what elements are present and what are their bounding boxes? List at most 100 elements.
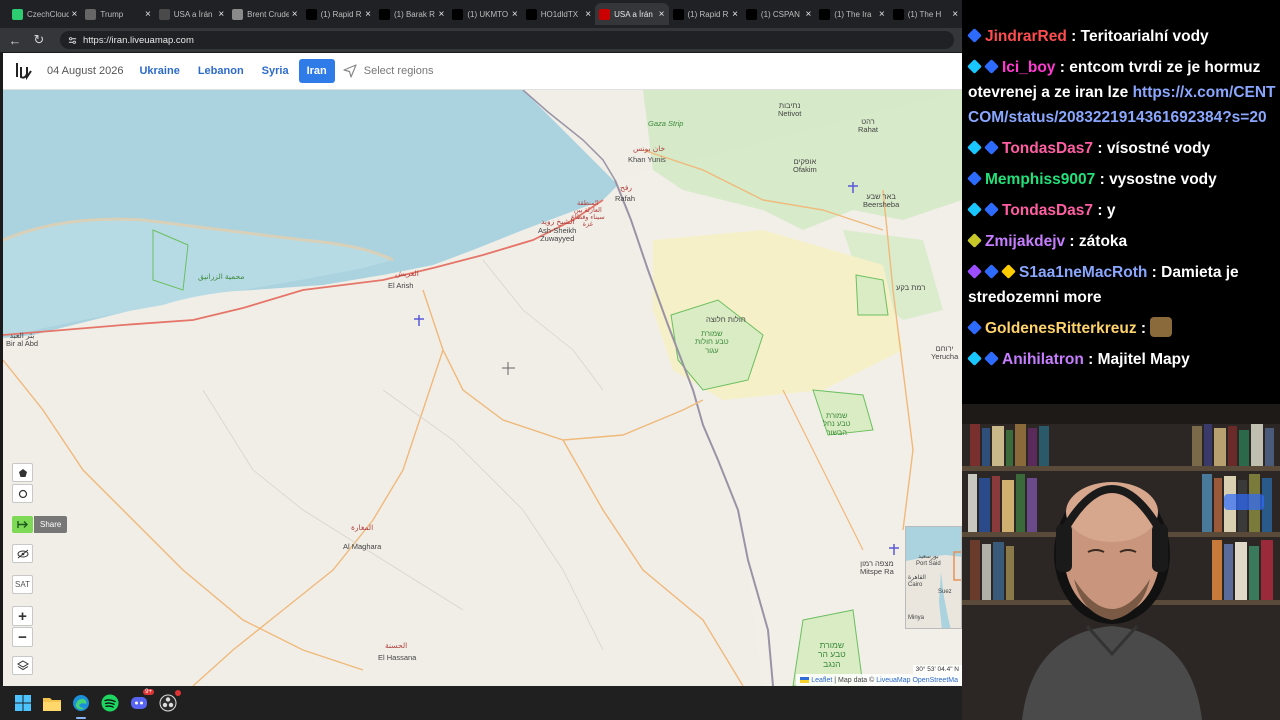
chat-username[interactable]: JindrarRed xyxy=(985,28,1067,45)
close-icon[interactable]: × xyxy=(879,9,885,20)
windows-start-icon[interactable] xyxy=(12,692,34,714)
hide-layer-toggle[interactable] xyxy=(12,544,33,563)
layers-button[interactable] xyxy=(12,656,33,675)
select-regions-label: Select regions xyxy=(363,65,434,77)
openstreetmap-link[interactable]: OpenStreetMa xyxy=(912,677,958,684)
browser-tab[interactable]: (1) CSPAN × xyxy=(742,3,815,25)
close-icon[interactable]: × xyxy=(805,9,811,20)
select-regions-button[interactable]: Select regions xyxy=(343,64,434,78)
close-icon[interactable]: × xyxy=(218,9,224,20)
map-label-el-arish-ar: العريش xyxy=(395,269,419,278)
browser-tab[interactable]: (1) The Ira × xyxy=(815,3,888,25)
browser-tab-label: (1) The Ira xyxy=(834,9,872,19)
current-date: 04 August 2026 xyxy=(47,65,124,77)
seznam-icon xyxy=(599,8,611,20)
x-icon xyxy=(525,8,537,20)
close-icon[interactable]: × xyxy=(952,9,958,20)
chat-badge-icon xyxy=(967,320,982,335)
browser-tab[interactable]: (1) Rapid R × xyxy=(669,3,742,25)
liveuamap-logo-icon[interactable] xyxy=(15,61,33,81)
chat-text: y xyxy=(1106,202,1116,219)
close-icon[interactable]: × xyxy=(145,9,151,20)
map-label-halutza: חולות חלוצה xyxy=(706,315,746,324)
leaflet-link[interactable]: Leaflet xyxy=(811,677,832,684)
chat-username[interactable]: S1aa1neMacRoth xyxy=(1019,264,1147,281)
browser-tab[interactable]: USA a Írán × xyxy=(595,3,669,25)
browser-tab[interactable]: (1) Rapid R × xyxy=(302,3,375,25)
close-icon[interactable]: × xyxy=(439,9,445,20)
map-label-gaza-strip: Gaza Strip xyxy=(648,119,684,128)
browser-tab[interactable]: (1) Barak R × xyxy=(375,3,448,25)
chat-username[interactable]: TondasDas7 xyxy=(1002,140,1093,157)
map-label-ofakim: אופקים Ofakim xyxy=(793,157,817,175)
region-tab-lebanon[interactable]: Lebanon xyxy=(198,65,244,77)
map-canvas[interactable]: خان يونس Khan Yunis Gaza Strip رفح Rafah… xyxy=(3,90,962,686)
share-label[interactable]: Share xyxy=(34,516,68,533)
zoom-out-button[interactable]: − xyxy=(12,627,33,647)
chat-username[interactable]: TondasDas7 xyxy=(1002,202,1093,219)
minimap-label-cairo: القاهرة Cairo xyxy=(908,575,926,588)
browser-tab[interactable]: Brent Crude × xyxy=(228,3,301,25)
spotify-icon[interactable] xyxy=(99,692,121,714)
close-icon[interactable]: × xyxy=(365,9,371,20)
map-label-el-hassana-ar: الحسنة xyxy=(385,641,408,650)
draw-circle-tool[interactable] xyxy=(12,484,33,503)
minimap[interactable]: بورسعيد Port Said القاهرة Cairo Suez Min… xyxy=(905,526,962,629)
liveuamap-header: 04 August 2026 Ukraine Lebanon Syria Ira… xyxy=(3,53,962,90)
zoom-in-button[interactable]: + xyxy=(12,606,33,626)
browser-tab-label: Brent Crude xyxy=(247,9,289,19)
chat-badge-icon xyxy=(1001,264,1016,279)
satellite-toggle[interactable]: SAT xyxy=(12,575,33,594)
chat-username[interactable]: Anihilatron xyxy=(1002,351,1084,368)
chat-message: Anihilatron : Majitel Mapy xyxy=(967,347,1278,372)
chat-message: Zmijakdejv : zátoka xyxy=(967,229,1278,254)
browser-tab[interactable]: Trump × xyxy=(81,3,154,25)
chat-badge-icon xyxy=(967,202,982,217)
browser-tab[interactable]: (1) UKMTO × xyxy=(448,3,521,25)
map-label-zaranik: محمية الزرانيق xyxy=(198,272,245,281)
discord-icon[interactable]: 9+ xyxy=(128,689,154,714)
browser-tab-label: USA a Írán xyxy=(614,9,653,19)
draw-polygon-tool[interactable] xyxy=(12,463,33,482)
obs-icon[interactable] xyxy=(157,690,181,714)
browser-tab-label: (1) CSPAN xyxy=(760,9,800,19)
url-field[interactable]: https://iran.liveuamap.com xyxy=(60,31,954,49)
site-info-icon[interactable] xyxy=(68,36,77,45)
map-label-rafah-ar: رفح xyxy=(620,183,633,192)
chat-username[interactable]: GoldenesRitterkreuz xyxy=(985,320,1137,337)
close-icon[interactable]: × xyxy=(659,9,665,20)
chat-username[interactable]: Memphiss9007 xyxy=(985,171,1095,188)
share-arrow-icon xyxy=(16,521,28,528)
browser-tab[interactable]: (1) The H × xyxy=(889,3,962,25)
close-icon[interactable]: × xyxy=(512,9,518,20)
browser-tab[interactable]: USA a Írán × xyxy=(155,3,228,25)
chat-username[interactable]: Ici_boy xyxy=(1002,59,1055,76)
globe-icon xyxy=(232,8,244,20)
map-label-sheikh-zuwayed-ar: الشيخ زويد xyxy=(541,217,575,226)
file-explorer-icon[interactable] xyxy=(41,692,63,714)
region-tab-syria[interactable]: Syria xyxy=(262,65,289,77)
chat-separator: : xyxy=(1083,351,1098,368)
recording-dot xyxy=(175,690,181,696)
chat-badge-icon xyxy=(967,59,982,74)
share-button[interactable] xyxy=(12,516,33,533)
chat-username[interactable]: Zmijakdejv xyxy=(985,233,1065,250)
chat-text: vysostne vody xyxy=(1109,171,1217,188)
chat-separator: : xyxy=(1055,59,1070,76)
windows-taskbar: 9+ xyxy=(0,686,962,720)
edge-browser-icon[interactable] xyxy=(70,692,92,719)
browser-tab[interactable]: CzechCloud × xyxy=(8,3,81,25)
close-icon[interactable]: × xyxy=(732,9,738,20)
green-x-icon xyxy=(12,8,23,20)
close-icon[interactable]: × xyxy=(292,9,298,20)
back-arrow-icon[interactable]: ← xyxy=(6,31,24,49)
x-icon xyxy=(819,8,831,20)
chat-message: Ici_boy : entcom tvrdi ze je hormuz otev… xyxy=(967,55,1278,130)
browser-tab[interactable]: HO1dldTX × xyxy=(522,3,595,25)
liveuamap-link[interactable]: LiveuaMap xyxy=(876,677,910,684)
reload-icon[interactable]: ↻ xyxy=(30,31,48,49)
close-icon[interactable]: × xyxy=(585,9,591,20)
region-tab-iran[interactable]: Iran xyxy=(298,59,335,83)
close-icon[interactable]: × xyxy=(72,9,78,20)
region-tab-ukraine[interactable]: Ukraine xyxy=(139,65,179,77)
